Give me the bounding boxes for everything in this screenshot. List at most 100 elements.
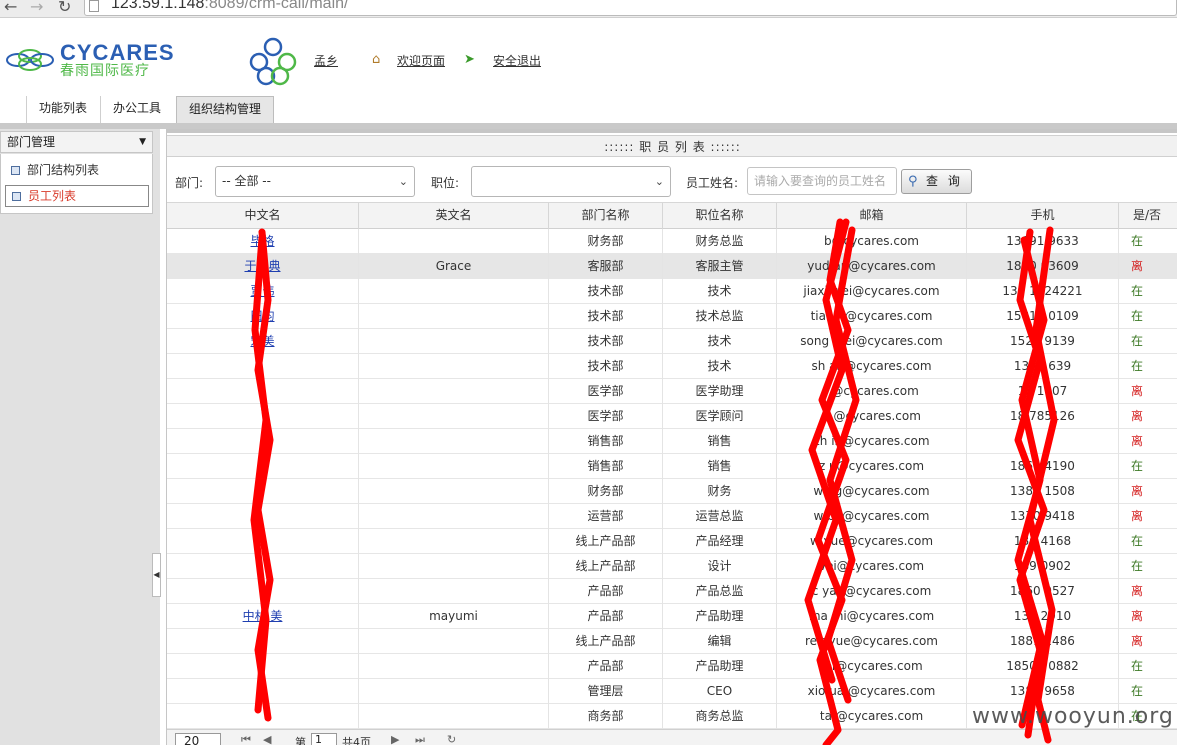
cell-cn-name[interactable] [167, 654, 359, 679]
reload-icon[interactable]: ↻ [58, 0, 71, 16]
dept-select[interactable]: -- 全部 -- ⌄ [215, 166, 415, 197]
column-header-status[interactable]: 是/否 [1119, 203, 1177, 229]
cell-status: 在 [1131, 534, 1144, 548]
address-bar[interactable]: 123.59.1.148:8089/crm-call/main/ [84, 0, 1177, 16]
cell-cn-name[interactable]: 毕格 [167, 229, 359, 254]
position-filter-label: 职位: [431, 176, 460, 190]
cell-en-name [359, 704, 549, 729]
table-row[interactable]: 医学部 医学顾问 u @cycares.com 18 785126 离 [167, 404, 1177, 429]
tab-org-structure[interactable]: 组织结构管理 [176, 96, 275, 123]
home-icon: ⌂ [372, 52, 381, 67]
cell-en-name [359, 629, 549, 654]
watermark-text: www.wooyun.org [972, 704, 1174, 729]
table-row[interactable]: 管理层 CEO xio ua @cycares.com 1380 9658 在 [167, 679, 1177, 704]
cell-cn-name[interactable]: 田均 [167, 304, 359, 329]
list-node-icon [11, 166, 20, 175]
page-number-value: 1 [315, 733, 322, 745]
cell-cn-name[interactable] [167, 429, 359, 454]
table-row[interactable]: 医学部 医学助理 j @cycares.com 18 1107 离 [167, 379, 1177, 404]
table-row[interactable]: 技术部 技术 sh an@cycares.com 138 1639 在 [167, 354, 1177, 379]
column-header-phone[interactable]: 手机 [967, 203, 1119, 229]
column-header-email[interactable]: 邮箱 [777, 203, 967, 229]
table-row[interactable]: 产品部 产品总监 c yao@cycares.com 1860 9527 离 [167, 579, 1177, 604]
cell-en-name [359, 504, 549, 529]
cell-status: 离 [1131, 484, 1144, 498]
column-header-dept[interactable]: 部门名称 [549, 203, 663, 229]
collapse-sidebar-handle[interactable]: ◀ [152, 553, 161, 597]
table-row[interactable]: 田均 技术部 技术总监 tia un@cycares.com 1581 10109 在 [167, 304, 1177, 329]
position-select[interactable]: ⌄ [471, 166, 671, 197]
cell-cn-name[interactable]: 贾伟 [167, 279, 359, 304]
table-row[interactable]: 线上产品部 产品经理 w yue@cycares.com 186 4168 在 [167, 529, 1177, 554]
sidebar-header[interactable]: 部门管理 ▼ [0, 131, 153, 153]
cell-email: ta @cycares.com [777, 704, 967, 729]
cell-cn-name[interactable] [167, 454, 359, 479]
table-row[interactable]: 宋美 技术部 技术 song mei@cycares.com 1521 9139 在 [167, 329, 1177, 354]
table-row[interactable]: 中村 美 mayumi 产品部 产品助理 ma mi@cycares.com 138 29… [167, 604, 1177, 629]
back-arrow-icon[interactable]: ← [4, 0, 17, 16]
cell-cn-name[interactable] [167, 504, 359, 529]
table-row[interactable]: 贾伟 技术部 技术 jiaxi wei@cycares.com 139 1224221 在 [167, 279, 1177, 304]
table-row[interactable]: 运营部 运营总监 w bo@cycares.com 1370 9418 离 [167, 504, 1177, 529]
column-header-position[interactable]: 职位名称 [663, 203, 777, 229]
cell-cn-name[interactable] [167, 629, 359, 654]
prev-page-icon[interactable]: ◀ [263, 733, 271, 745]
cell-cn-name[interactable]: 中村 美 [167, 604, 359, 629]
cell-phone: 1850 70882 [967, 654, 1119, 679]
employee-name-input[interactable]: 请输入要查询的员工姓名 [747, 167, 897, 195]
cell-cn-name[interactable] [167, 679, 359, 704]
cell-email: c yao@cycares.com [777, 579, 967, 604]
table-row[interactable]: 销售部 销售 z u@cycares.com 1861 4190 在 [167, 454, 1177, 479]
next-page-icon[interactable]: ▶ [391, 733, 399, 745]
table-row[interactable]: 产品部 产品助理 fei@cycares.com 1850 70882 在 [167, 654, 1177, 679]
cell-cn-name[interactable]: 宋美 [167, 329, 359, 354]
cell-cn-name[interactable] [167, 379, 359, 404]
forward-arrow-icon[interactable]: → [30, 0, 43, 16]
search-button-label: 查 询 [926, 174, 963, 188]
cell-cn-name[interactable] [167, 479, 359, 504]
cell-email: re gyue@cycares.com [777, 629, 967, 654]
logout-link[interactable]: 安全退出 [493, 52, 541, 69]
cell-dept: 商务部 [549, 704, 663, 729]
tab-function-list[interactable]: 功能列表 [26, 96, 99, 123]
search-button[interactable]: ⚲ 查 询 [901, 169, 972, 194]
sidebar-item-dept-structure[interactable]: 部门结构列表 [5, 160, 149, 182]
cell-cn-name[interactable] [167, 404, 359, 429]
panel-title: :::::: 职 员 列 表 :::::: [167, 135, 1177, 157]
cell-dept: 客服部 [549, 254, 663, 279]
cell-cn-name[interactable]: 于玲典 [167, 254, 359, 279]
cell-position: 医学助理 [663, 379, 777, 404]
first-page-icon[interactable]: ⏮ [241, 733, 251, 745]
user-name-link[interactable]: 孟乡 [314, 52, 338, 69]
cell-cn-name[interactable] [167, 554, 359, 579]
refresh-icon[interactable]: ↻ [447, 733, 456, 745]
page-number-input[interactable]: 1 [311, 733, 337, 745]
page-size-select[interactable]: 20 [175, 733, 221, 745]
cell-position: 销售 [663, 429, 777, 454]
last-page-icon[interactable]: ⏭ [415, 733, 425, 745]
cell-cn-name[interactable] [167, 579, 359, 604]
cell-dept: 技术部 [549, 279, 663, 304]
page-size-value: 20 [184, 734, 200, 745]
column-header-en-name[interactable]: 英文名 [359, 203, 549, 229]
cell-email: j @cycares.com [777, 379, 967, 404]
sidebar-item-label: 员工列表 [28, 189, 77, 203]
table-row[interactable]: 于玲典 Grace 客服部 客服主管 yud an@cycares.com 1800 03… [167, 254, 1177, 279]
table-row[interactable]: 线上产品部 设计 vei@cycares.com 189 0902 在 [167, 554, 1177, 579]
table-row[interactable]: 毕格 财务部 财务总监 b@cycares.com 13691 9633 在 [167, 229, 1177, 254]
caret-down-icon: ▼ [139, 137, 146, 147]
table-row[interactable]: 线上产品部 编辑 re gyue@cycares.com 1881 2486 离 [167, 629, 1177, 654]
cell-phone: 13691 9633 [967, 229, 1119, 254]
left-sidebar: 部门管理 ▼ 部门结构列表 员工列表 ◀ [0, 129, 161, 745]
tab-office-tools[interactable]: 办公工具 [100, 96, 173, 123]
cell-cn-name[interactable] [167, 704, 359, 729]
table-row[interactable]: 财务部 财务 w ng@cycares.com 1381 1508 离 [167, 479, 1177, 504]
cell-en-name [359, 554, 549, 579]
column-header-cn-name[interactable]: 中文名 [167, 203, 359, 229]
cell-cn-name[interactable] [167, 354, 359, 379]
sidebar-item-employee-list[interactable]: 员工列表 [5, 185, 149, 207]
cell-cn-name[interactable] [167, 529, 359, 554]
table-row[interactable]: 销售部 销售 zh in@cycares.com 离 [167, 429, 1177, 454]
cell-status: 在 [1131, 559, 1144, 573]
welcome-page-link[interactable]: 欢迎页面 [397, 52, 445, 69]
